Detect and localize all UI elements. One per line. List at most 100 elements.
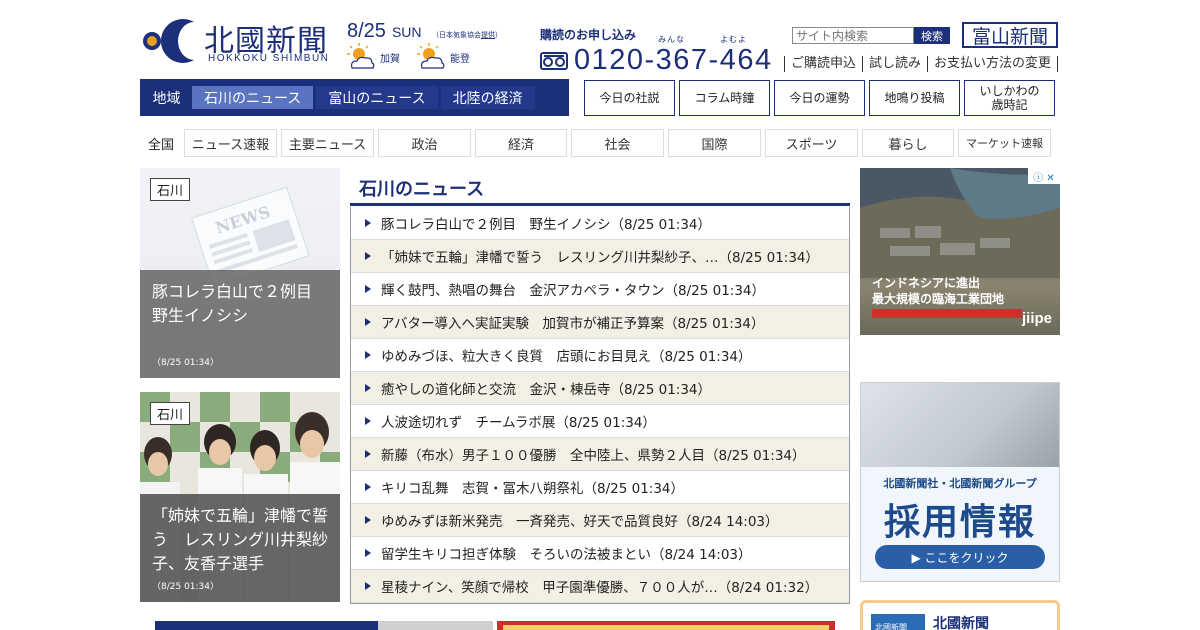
weather-noto[interactable]: 能登: [416, 42, 470, 72]
date-display: 8/25 SUN: [347, 20, 422, 43]
sun-cloud-icon: [347, 43, 375, 69]
region-label: 地域: [152, 90, 181, 107]
weather-place: 加賀: [380, 53, 400, 65]
region-nav: 地域 石川のニュース 富山のニュース 北陸の経済: [140, 79, 569, 116]
aerial-photo-icon: [860, 168, 1060, 278]
sun-cloud-icon: [417, 43, 445, 69]
region-badge: 石川: [150, 402, 191, 425]
news-item[interactable]: 豚コレラ白山で２例目 野生イノシシ（8/25 01:34）: [351, 207, 849, 240]
tab-ishikawa-news[interactable]: 石川のニュース: [192, 86, 314, 109]
category-sports[interactable]: スポーツ: [765, 129, 858, 157]
bullet-arrow-icon: [365, 450, 371, 458]
bullet-arrow-icon: [365, 384, 371, 392]
card-caption: 豚コレラ白山で２例目 野生イノシシ （8/25 01:34）: [140, 270, 340, 378]
site-logo[interactable]: 北國新聞 HOKKOKU SHIMBUN: [140, 16, 340, 68]
feature-column[interactable]: コラム時鐘: [679, 80, 770, 116]
logo-mark-icon: [143, 19, 194, 64]
bullet-arrow-icon: [365, 582, 371, 590]
ad-strip: [872, 309, 1022, 318]
recruit-subtitle: 北國新聞社・北國新聞グループ: [883, 477, 1037, 490]
bullet-arrow-icon: [365, 549, 371, 557]
tab-toyama-news[interactable]: 富山のニュース: [316, 86, 438, 109]
region-badge: 石川: [150, 178, 191, 201]
category-lifestyle[interactable]: 暮らし: [862, 129, 954, 157]
bottom-banner-right-fill: [503, 625, 829, 630]
card-time: （8/25 01:34）: [152, 358, 220, 368]
category-international[interactable]: 国際: [668, 129, 761, 157]
news-item[interactable]: ゆめみずほ新米発売 一斉発売、好天で品質良好（8/24 14:03）: [351, 504, 849, 537]
category-major[interactable]: 主要ニュース: [281, 129, 374, 157]
bullet-arrow-icon: [365, 285, 371, 293]
recruit-cta-button[interactable]: ▶ ここをクリック: [875, 545, 1045, 569]
feature-seasonal[interactable]: いしかわの 歳時記: [964, 80, 1055, 116]
news-section-header: 石川のニュース: [350, 170, 850, 206]
bullet-arrow-icon: [365, 318, 371, 326]
news-list: 豚コレラ白山で２例目 野生イノシシ（8/25 01:34） 「姉妹で五輪」津幡で…: [350, 207, 850, 604]
category-economy[interactable]: 経済: [475, 129, 567, 157]
link-trial[interactable]: 試し読み: [862, 56, 927, 72]
news-item[interactable]: 留学生キリコ担ぎ体験 そろいの法被まとい（8/24 14:03）: [351, 537, 849, 570]
card-title: 豚コレラ白山で２例目 野生イノシシ: [152, 282, 329, 325]
weather-kaga[interactable]: 加賀: [346, 42, 400, 72]
bullet-arrow-icon: [365, 219, 371, 227]
toyama-shimbun-button[interactable]: 富山新聞: [962, 22, 1058, 48]
ad-line1: インドネシアに進出: [872, 276, 981, 290]
news-item[interactable]: 輝く鼓門、熱唱の舞台 金沢アカペラ・タウン（8/25 01:34）: [351, 273, 849, 306]
logo-romaji: HOKKOKU SHIMBUN: [208, 53, 330, 64]
feature-card[interactable]: 石川 「姉妹で五輪」津幡で誓う レスリング川井梨紗子、友香子選手 （8/25 0…: [140, 392, 340, 602]
bullet-arrow-icon: [365, 417, 371, 425]
recruit-banner[interactable]: 北國新聞社・北國新聞グループ 採用情報 ▶ ここをクリック: [860, 382, 1060, 582]
category-national[interactable]: 全国: [140, 129, 182, 157]
date-month-day: 8/25: [347, 20, 386, 42]
tab-hokuriku-economy[interactable]: 北陸の経済: [440, 86, 535, 109]
feature-editorial[interactable]: 今日の社説: [584, 80, 675, 116]
news-item[interactable]: 「姉妹で五輪」津幡で誓う レスリング川井梨紗子、…（8/25 01:34）: [351, 240, 849, 273]
card-time: （8/25 01:34）: [152, 582, 220, 592]
ad-banner-jiipe[interactable]: ⓘ ✕ インドネシアに進出 最大規模の臨海工業団地 jiipe: [860, 168, 1060, 335]
subscribe-phone[interactable]: 0120-367-464: [540, 44, 773, 77]
news-section-title: 石川のニュース: [359, 179, 485, 200]
link-payment-change[interactable]: お支払い方法の変更: [927, 56, 1059, 72]
category-market[interactable]: マーケット速報: [958, 129, 1051, 157]
link-subscribe[interactable]: ご購読申込: [784, 56, 862, 72]
ad-line2: 最大規模の臨海工業団地: [872, 292, 1005, 306]
card-caption: 「姉妹で五輪」津幡で誓う レスリング川井梨紗子、友香子選手 （8/25 01:3…: [140, 494, 340, 602]
category-politics[interactable]: 政治: [378, 129, 471, 157]
weather-place: 能登: [450, 53, 470, 65]
ad-brand: jiipe: [1021, 310, 1052, 327]
free-dial-icon: [540, 51, 568, 70]
category-breaking[interactable]: ニュース速報: [184, 129, 277, 157]
phone-number: 0120-367-464: [574, 44, 773, 76]
top-links: ご購読申込 試し読み お支払い方法の変更: [784, 56, 1059, 72]
feature-horoscope[interactable]: 今日の運勢: [774, 80, 865, 116]
banner-text: 北國新聞: [933, 616, 989, 630]
weather-credit-link[interactable]: 提供: [481, 31, 495, 39]
feature-card[interactable]: NEWS 石川 豚コレラ白山で２例目 野生イノシシ （8/25 01:34）: [140, 168, 340, 378]
bullet-arrow-icon: [365, 483, 371, 491]
bullet-arrow-icon: [365, 516, 371, 524]
bottom-banner-left-photo: [378, 621, 493, 630]
banner-box: 北國新聞: [871, 614, 925, 630]
news-item[interactable]: 人波途切れず チームラボ展（8/25 01:34）: [351, 405, 849, 438]
search-button[interactable]: 検索: [914, 27, 950, 44]
news-item[interactable]: キリコ乱舞 志賀・冨木八朔祭礼（8/25 01:34）: [351, 471, 849, 504]
site-search: 検索: [792, 27, 950, 44]
news-item[interactable]: アバター導入へ実証実験 加賀市が補正予算案（8/25 01:34）: [351, 306, 849, 339]
category-society[interactable]: 社会: [571, 129, 664, 157]
recruit-title: 採用情報: [883, 502, 1036, 543]
news-item[interactable]: 新藤（布水）男子１００優勝 全中陸上、県勢２人目（8/25 01:34）: [351, 438, 849, 471]
news-item[interactable]: 星稜ナイン、笑顔で帰校 甲子園準優勝、７００人が…（8/24 01:32）: [351, 570, 849, 603]
feature-reader-posts[interactable]: 地鳴り投稿: [869, 80, 960, 116]
news-item[interactable]: ゆめみづほ、粒大きく良質 店頭にお目見え（8/25 01:34）: [351, 339, 849, 372]
bullet-arrow-icon: [365, 351, 371, 359]
hokkoku-banner[interactable]: 北國新聞 北國新聞: [860, 600, 1060, 630]
ad-info-icon[interactable]: ⓘ ✕: [1028, 168, 1060, 184]
card-title: 「姉妹で五輪」津幡で誓う レスリング川井梨紗子、友香子選手: [152, 506, 329, 573]
recruit-photo: [861, 383, 1059, 467]
weather-credit: （日本気象協会提供）: [432, 31, 502, 39]
bullet-arrow-icon: [365, 252, 371, 260]
news-item[interactable]: 癒やしの道化師と交流 金沢・棟岳寺（8/25 01:34）: [351, 372, 849, 405]
subscribe-title: 購読のお申し込み: [540, 28, 637, 42]
search-input[interactable]: [792, 27, 914, 44]
date-weekday: SUN: [391, 24, 422, 40]
